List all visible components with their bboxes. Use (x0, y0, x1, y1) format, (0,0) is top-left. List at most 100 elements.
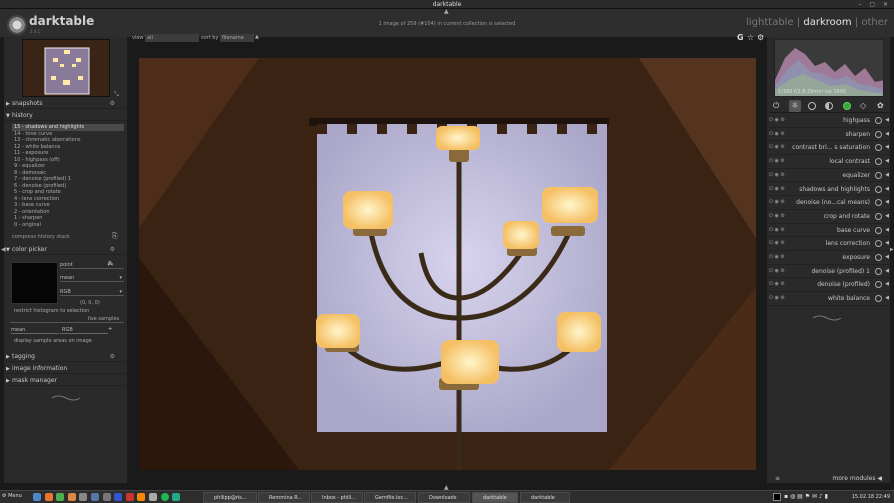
sample-stat-select[interactable]: mean (11, 326, 59, 334)
picker-stat-select[interactable]: mean ▾ (60, 274, 124, 282)
gimp-icon[interactable] (148, 493, 157, 501)
chrome-icon[interactable] (56, 493, 65, 501)
overlay-star-icon[interactable]: ☆ (747, 33, 754, 42)
taskbar-task[interactable]: Gemfile.loc... (364, 492, 416, 503)
module-expand-icon[interactable]: ◀ (885, 265, 889, 279)
clock[interactable]: 15.02.18 22:49 (852, 494, 890, 500)
tagging-reset-icon[interactable]: ⚙ (110, 352, 115, 362)
module-row[interactable]: ⏻ ◉ ⚙ base curve ◀ (767, 224, 890, 238)
section-snapshots[interactable]: ▶ snapshots ⚙ (4, 99, 127, 109)
module-row[interactable]: ⏻ ◉ ⚙ local contrast ◀ (767, 155, 890, 169)
module-row[interactable]: ⏻ ◉ ⚙ sharpen ◀ (767, 128, 890, 142)
module-toggle-icons[interactable]: ⏻ ◉ ⚙ (769, 251, 785, 265)
correct-group-icon[interactable]: ◇ (860, 101, 866, 110)
module-row[interactable]: ⏻ ◉ ⚙ denoise (no...cal means) ◀ (767, 196, 890, 210)
histogram[interactable]: 1/160 f/2.8 29mm iso 1600 (774, 39, 884, 97)
app-red-icon[interactable] (125, 493, 134, 501)
module-toggle-icons[interactable]: ⏻ ◉ ⚙ (769, 210, 785, 224)
module-toggle-icons[interactable]: ⏻ ◉ ⚙ (769, 128, 785, 142)
copy-history-icon[interactable]: ⎘ (112, 232, 118, 241)
picker-mode-select[interactable]: point ▾ (60, 261, 124, 269)
collapse-left-panel-icon[interactable]: ◀ (1, 246, 6, 253)
module-expand-icon[interactable]: ◀ (885, 155, 889, 169)
module-toggle-icons[interactable]: ⏻ ◉ ⚙ (769, 224, 785, 238)
module-expand-icon[interactable]: ◀ (885, 237, 889, 251)
tray-window-icon[interactable] (773, 493, 781, 501)
taskbar-task[interactable]: Inbox - phili... (311, 492, 363, 503)
module-row[interactable]: ⏻ ◉ ⚙ lens correction ◀ (767, 237, 890, 251)
vlc-icon[interactable] (137, 493, 146, 501)
window-controls[interactable]: – ▢ ✕ (858, 0, 891, 9)
editor-icon[interactable] (90, 493, 99, 501)
zoom-fit-icon[interactable]: ⤡ (114, 91, 119, 99)
module-expand-icon[interactable]: ◀ (885, 114, 889, 128)
module-toggle-icons[interactable]: ⏻ ◉ ⚙ (769, 183, 785, 197)
more-modules-button[interactable]: more modules ◀ (832, 475, 882, 482)
picker-eyedropper-icon[interactable]: ✎ (108, 260, 114, 268)
module-expand-icon[interactable]: ◀ (885, 278, 889, 292)
color-picker-reset-icon[interactable]: ⚙ (110, 245, 115, 255)
tone-group-icon[interactable] (825, 102, 833, 110)
snapshots-reset-icon[interactable]: ⚙ (110, 99, 115, 109)
history-item[interactable]: 0 - original (12, 222, 124, 229)
section-mask-manager[interactable]: ▶ mask manager (4, 376, 127, 386)
module-row[interactable]: ⏻ ◉ ⚙ highpass ◀ (767, 114, 890, 128)
compress-history-button[interactable]: compress history stack (12, 234, 70, 240)
view-other[interactable]: other (861, 17, 888, 28)
module-expand-icon[interactable]: ◀ (885, 292, 889, 306)
taskbar-task[interactable]: darktable (472, 492, 518, 503)
sort-order-icon[interactable]: ▲ (255, 34, 259, 40)
effect-group-icon[interactable]: ✿ (877, 101, 884, 110)
taskbar-task[interactable]: Downloads (418, 492, 470, 503)
tray-icons[interactable]: ▪ ◍ ▤ ⚑ ✉ ♪ ▮ (784, 493, 828, 500)
module-expand-icon[interactable]: ◀ (885, 141, 889, 155)
section-tagging[interactable]: ▶ tagging ⚙ (4, 352, 127, 362)
presets-icon[interactable]: ≡ (775, 475, 780, 482)
module-toggle-icons[interactable]: ⏻ ◉ ⚙ (769, 237, 785, 251)
module-toggle-icons[interactable]: ⏻ ◉ ⚙ (769, 196, 785, 210)
module-toggle-icons[interactable]: ⏻ ◉ ⚙ (769, 278, 785, 292)
view-select[interactable]: all (145, 34, 199, 42)
view-darkroom[interactable]: darkroom (803, 17, 851, 28)
module-expand-icon[interactable]: ◀ (885, 251, 889, 265)
taskbar-task[interactable]: philipp@ris... (203, 492, 257, 503)
app-green-icon[interactable] (172, 493, 181, 501)
vscode-icon[interactable] (114, 493, 123, 501)
view-lighttable[interactable]: lighttable (746, 17, 794, 28)
module-row[interactable]: ⏻ ◉ ⚙ exposure ◀ (767, 251, 890, 265)
add-sample-icon[interactable]: + (108, 326, 112, 332)
module-toggle-icons[interactable]: ⏻ ◉ ⚙ (769, 114, 785, 128)
module-row[interactable]: ⏻ ◉ ⚙ white balance ◀ (767, 292, 890, 306)
module-expand-icon[interactable]: ◀ (885, 169, 889, 183)
section-color-picker[interactable]: ▼ color picker ⚙ (4, 245, 127, 255)
module-expand-icon[interactable]: ◀ (885, 128, 889, 142)
picker-model-select[interactable]: RGB ▾ (60, 288, 124, 296)
module-expand-icon[interactable]: ◀ (885, 224, 889, 238)
module-expand-icon[interactable]: ◀ (885, 210, 889, 224)
image-canvas[interactable] (139, 58, 756, 470)
taskbar-task[interactable]: darktable (520, 492, 570, 503)
navigation-thumbnail[interactable] (22, 39, 110, 97)
taskbar-task[interactable]: Remmina R... (258, 492, 310, 503)
module-toggle-icons[interactable]: ⏻ ◉ ⚙ (769, 169, 785, 183)
power-group-icon[interactable]: ⏻ (773, 101, 779, 111)
module-toggle-icons[interactable]: ⏻ ◉ ⚙ (769, 155, 785, 169)
section-image-information[interactable]: ▶ image information (4, 364, 127, 374)
display-sample-areas-checkbox[interactable]: display sample areas on image (14, 338, 92, 344)
module-toggle-icons[interactable]: ⏻ ◉ ⚙ (769, 141, 785, 155)
settings-icon[interactable] (102, 493, 111, 501)
collapse-top-panel-icon[interactable]: ▲ (444, 8, 449, 15)
module-row[interactable]: ⏻ ◉ ⚙ denoise (profiled) ◀ (767, 278, 890, 293)
module-row[interactable]: ⏻ ◉ ⚙ shadows and highlights ◀ (767, 183, 890, 197)
module-row[interactable]: ⏻ ◉ ⚙ crop and rotate ◀ (767, 210, 890, 224)
favorites-group-icon[interactable]: ☼ (789, 100, 801, 112)
color-group-icon[interactable] (843, 102, 851, 110)
files-icon[interactable] (33, 493, 41, 501)
grouping-button[interactable]: G (737, 33, 744, 42)
module-row[interactable]: ⏻ ◉ ⚙ contrast bri... s saturation ◀ (767, 141, 890, 156)
module-toggle-icons[interactable]: ⏻ ◉ ⚙ (769, 292, 785, 306)
brave-icon[interactable] (67, 493, 76, 501)
module-row[interactable]: ⏻ ◉ ⚙ equalizer ◀ (767, 169, 890, 183)
terminal-icon[interactable] (79, 493, 88, 501)
section-history[interactable]: ▼ history (4, 111, 127, 121)
